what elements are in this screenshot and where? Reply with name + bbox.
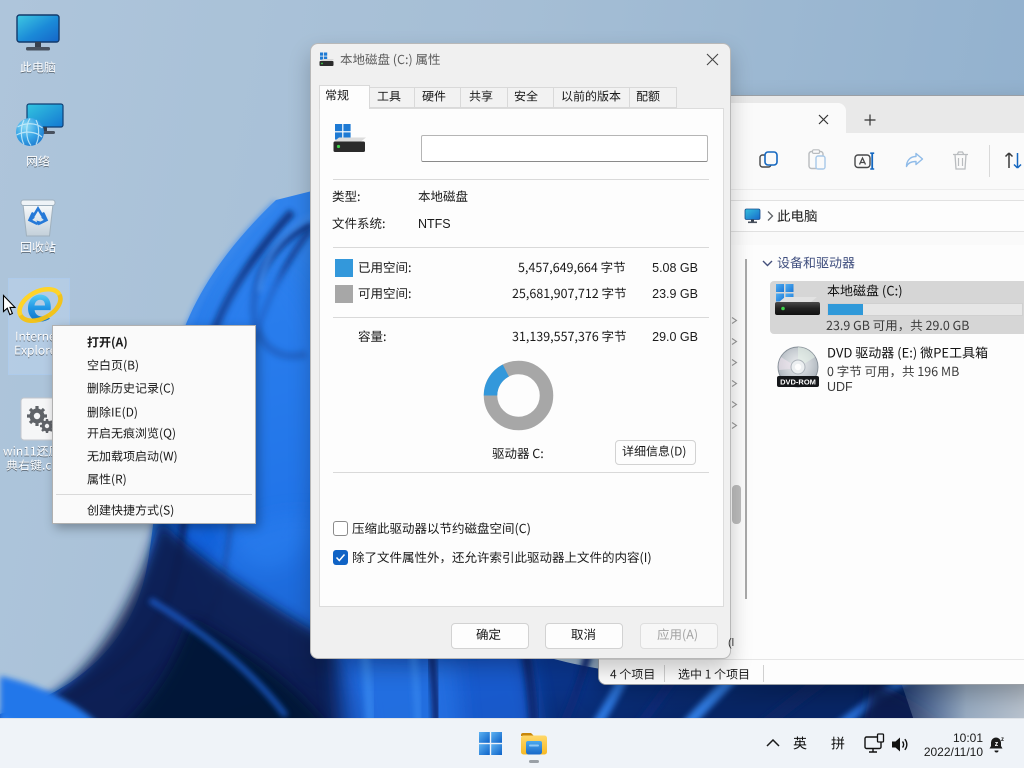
svg-text:z: z xyxy=(995,741,999,748)
svg-text:z: z xyxy=(1001,737,1004,743)
svg-text:DVD-ROM: DVD-ROM xyxy=(780,378,816,387)
